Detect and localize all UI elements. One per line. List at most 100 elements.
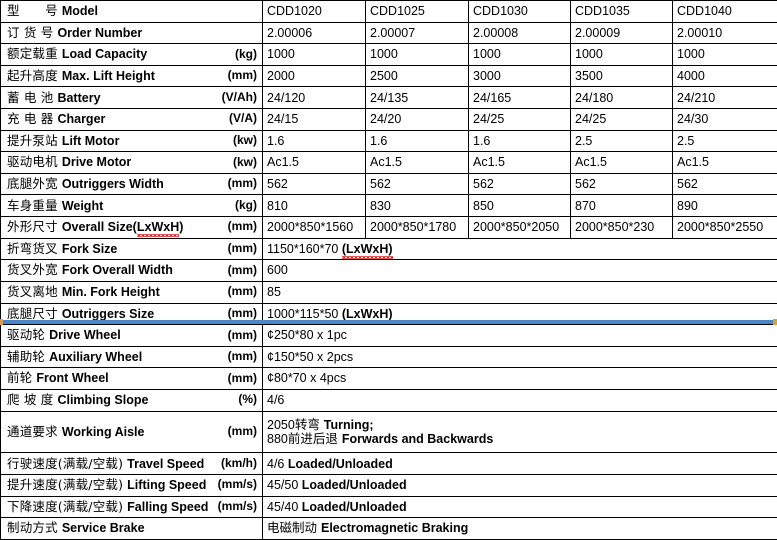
- spec-unit: (mm): [222, 264, 257, 278]
- spec-label-cell: 行驶速度(满载/空载)Travel Speed(km/h): [1, 453, 263, 475]
- spec-label-cell: 起升高度 Max. Lift Height (mm): [1, 65, 263, 87]
- table-row-working-aisle: 通道要求Working Aisle(mm) 2050转弯 Turning;880前…: [1, 411, 777, 453]
- spec-value-cell-merged: 1150*160*70 (LxWxH): [263, 238, 777, 260]
- table-row: 行驶速度(满载/空载)Travel Speed(km/h)4/6 Loaded/…: [1, 453, 777, 475]
- spec-label-cn: 底腿外宽: [7, 177, 58, 191]
- spec-value-cell: 24/210: [673, 87, 777, 109]
- spec-value-cell: 562: [366, 173, 469, 195]
- spellcheck-underline: LxWxH: [137, 220, 179, 234]
- working-aisle-line-1: 2050转弯 Turning;: [267, 418, 773, 432]
- spec-label-cn: 起升高度: [7, 69, 58, 83]
- spec-label-en: Auxiliary Wheel: [49, 350, 142, 364]
- table-row: 下降速度(满载/空载)Falling Speed(mm/s)45/40 Load…: [1, 496, 777, 518]
- spec-label-en: Max. Lift Height: [62, 69, 155, 83]
- table-row: 前轮Front Wheel(mm)¢80*70 x 4pcs: [1, 368, 777, 390]
- spec-unit: (mm): [222, 69, 257, 83]
- spec-value-cell: 2000*850*230: [571, 217, 673, 239]
- spec-label-cn: 充 电 器: [7, 112, 53, 126]
- spec-value-cell: 24/20: [366, 109, 469, 131]
- spec-label-en: Drive Motor: [62, 155, 131, 169]
- table-row: 底腿外宽Outriggers Width(mm)562562562562562: [1, 173, 777, 195]
- spec-unit: (mm/s): [212, 500, 257, 514]
- spec-value-cell: 870: [571, 195, 673, 217]
- spec-label-cell: 型 号 Model: [1, 1, 263, 23]
- spec-unit: (mm): [222, 350, 257, 364]
- spec-label-cn: 行驶速度(满载/空载): [7, 457, 123, 471]
- spec-value-cell: Ac1.5: [571, 152, 673, 174]
- spec-label-en: Charger: [57, 112, 105, 126]
- spec-label-en: Fork Size: [62, 242, 118, 256]
- spec-label-cell: 货叉离地Min. Fork Height(mm): [1, 281, 263, 303]
- spec-value-cell-merged: 85: [263, 281, 777, 303]
- table-row: 折弯货叉Fork Size(mm)1150*160*70 (LxWxH): [1, 238, 777, 260]
- table-row: 蓄 电 池Battery(V/Ah)24/12024/13524/16524/1…: [1, 87, 777, 109]
- spec-label-cell: 额定载重Load Capacity(kg): [1, 44, 263, 66]
- table-row: 车身重量Weight(kg)810830850870890: [1, 195, 777, 217]
- spec-value-cell: 24/25: [469, 109, 571, 131]
- spec-label-cn: 货叉外宽: [7, 263, 58, 277]
- spec-value-cell-merged: 45/40 Loaded/Unloaded: [263, 496, 777, 518]
- spec-value-cell: 24/135: [366, 87, 469, 109]
- spec-value-cell: 830: [366, 195, 469, 217]
- spec-label-cn: 外形尺寸: [7, 220, 58, 234]
- spec-value-cell: 24/15: [263, 109, 366, 131]
- spec-label-en: Travel Speed: [127, 457, 204, 471]
- spec-label-cn: 提升速度(满载/空载): [7, 478, 123, 492]
- spec-label-cell: 制动方式Service Brake: [1, 518, 263, 540]
- spec-value-cell-merged: ¢250*80 x 1pc: [263, 325, 777, 347]
- table-row: 订 货 号Order Number2.000062.000072.000082.…: [1, 22, 777, 44]
- spec-value-cell: 2.00010: [673, 22, 777, 44]
- spec-label-en: Fork Overall Width: [62, 263, 173, 277]
- spec-label-cn: 提升泵站: [7, 134, 58, 148]
- spec-unit: (mm): [222, 220, 257, 234]
- spec-unit: (mm): [222, 285, 257, 299]
- spec-label-cell: 货叉外宽 Fork Overall Width (mm): [1, 260, 263, 282]
- spec-value-cell: 1000: [469, 44, 571, 66]
- spec-label-cell: 爬 坡 度Climbing Slope(%): [1, 389, 263, 411]
- spec-label-cn: 订 货 号: [7, 26, 53, 40]
- specification-table: 型 号ModelCDD1020CDD1025CDD1030CDD1035CDD1…: [0, 0, 777, 540]
- spec-value-cell: 2.5: [673, 130, 777, 152]
- working-aisle-line-2: 880前进后退 Forwards and Backwards: [267, 432, 773, 446]
- table-row: 驱动电机Drive Motor(kw)Ac1.5Ac1.5Ac1.5Ac1.5A…: [1, 152, 777, 174]
- table-row: 货叉外宽Fork Overall Width(mm)600: [1, 260, 777, 282]
- table-row: 提升泵站Lift Motor(kw)1.61.61.62.52.5: [1, 130, 777, 152]
- spec-label-cn: 通道要求: [7, 425, 58, 439]
- spec-value-cell: 1000: [571, 44, 673, 66]
- table-row: 辅助轮 Auxiliary Wheel (mm) ¢150*50 x 2pcs: [1, 346, 777, 368]
- spec-value-cell-merged: ¢150*50 x 2pcs: [263, 346, 777, 368]
- spec-value-cell-merged: 4/6: [263, 389, 777, 411]
- spec-label-en: Climbing Slope: [57, 393, 148, 407]
- spec-label-en: Load Capacity: [62, 47, 147, 61]
- spec-value-cell: 2500: [366, 65, 469, 87]
- spec-unit: (mm): [222, 307, 257, 321]
- spec-value-cell: 810: [263, 195, 366, 217]
- spec-value-cell: 2.00008: [469, 22, 571, 44]
- table-row: 驱动轮Drive Wheel(mm)¢250*80 x 1pc: [1, 325, 777, 347]
- spec-label-en: Weight: [62, 199, 103, 213]
- spec-label-cn: 型 号: [7, 4, 58, 18]
- spec-label-en: Drive Wheel: [49, 328, 121, 342]
- spec-value-cell: 562: [263, 173, 366, 195]
- spec-label-en: Min. Fork Height: [62, 285, 160, 299]
- spec-label-en: Lifting Speed: [127, 478, 206, 492]
- spec-label-en: Model: [62, 4, 98, 18]
- spec-value-cell: 2.00009: [571, 22, 673, 44]
- spec-label-cn: 爬 坡 度: [7, 393, 53, 407]
- spec-label-cn: 下降速度(满载/空载): [7, 500, 123, 514]
- table-row: 底腿尺寸Outriggers Size(mm)1000*115*50 (LxWx…: [1, 303, 777, 325]
- spec-value-cell: 1.6: [263, 130, 366, 152]
- spec-label-cn: 驱动电机: [7, 155, 58, 169]
- spec-label-cell: 驱动轮Drive Wheel(mm): [1, 325, 263, 347]
- spec-label-cell: 通道要求Working Aisle(mm): [1, 411, 263, 453]
- spec-unit: (kw): [227, 134, 257, 148]
- spellcheck-underline: (LxWxH): [342, 307, 393, 321]
- spec-value-cell: 2000*850*1780: [366, 217, 469, 239]
- spec-value-cell-merged: 电磁制动 Electromagnetic Braking: [263, 518, 777, 540]
- table-row: 充 电 器Charger(V/A)24/1524/2024/2524/2524/…: [1, 109, 777, 131]
- spec-label-en: Service Brake: [62, 521, 145, 535]
- spec-value-cell: 2.00006: [263, 22, 366, 44]
- table-row: 提升速度(满载/空载)Lifting Speed(mm/s)45/50 Load…: [1, 475, 777, 497]
- spec-label-cn: 辅助轮: [7, 350, 45, 364]
- spellcheck-underline: (LxWxH): [342, 242, 393, 256]
